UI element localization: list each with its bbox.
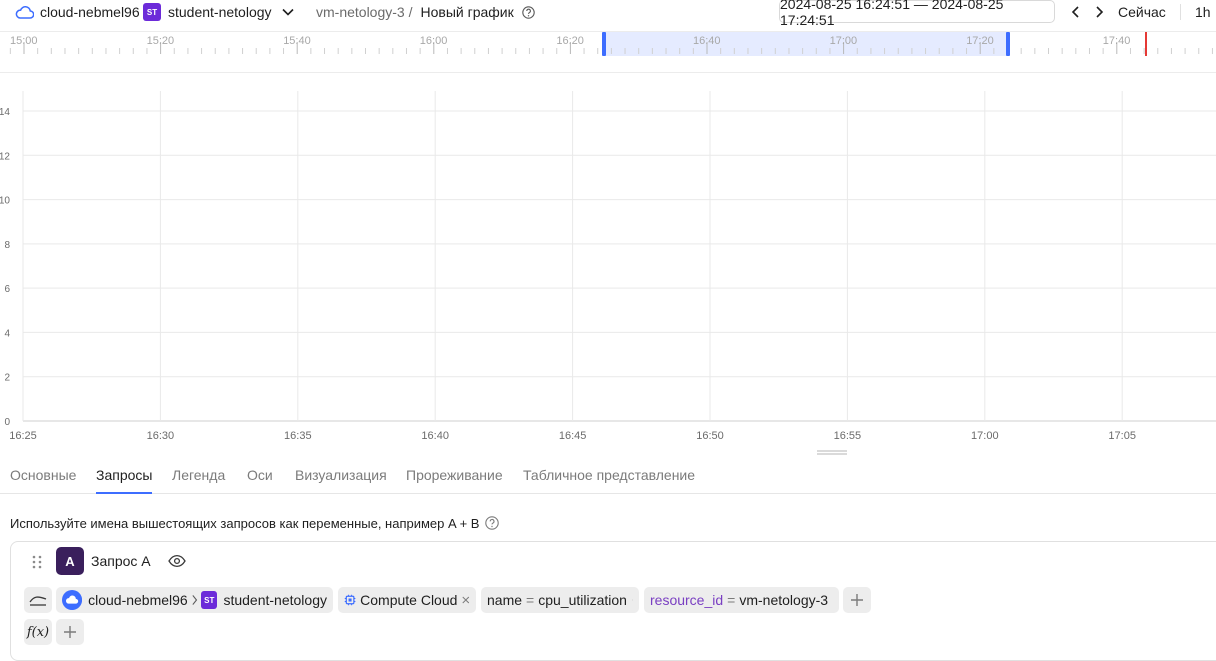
x-tick-label: 17:05 bbox=[1108, 430, 1136, 442]
now-marker bbox=[1145, 32, 1147, 56]
breadcrumb-resource[interactable]: vm-netology-3 / bbox=[316, 4, 412, 20]
page-title: Новый график bbox=[420, 4, 514, 20]
timeline-navigator[interactable]: 15:00 15:20 15:40 16:00 16:20 16:40 17:00 17:20… bbox=[0, 31, 1216, 57]
chart-area: 0 2 4 6 8 10 12 14 16:25 16:30 16:35 16:40 16:45 16:5… bbox=[0, 72, 1216, 453]
close-icon[interactable] bbox=[632, 595, 633, 605]
filter-value: vm-netology-3 bbox=[739, 592, 829, 608]
resize-handle[interactable] bbox=[817, 450, 847, 455]
y-tick-label: 0 bbox=[4, 417, 10, 428]
y-tick-label: 4 bbox=[4, 328, 10, 339]
query-folder-name: student-netology bbox=[223, 592, 327, 608]
x-tick-label: 16:35 bbox=[284, 430, 312, 442]
selection-handle-right[interactable] bbox=[1006, 32, 1010, 56]
now-label: Сейчас bbox=[1118, 4, 1166, 20]
period-label: 1h bbox=[1195, 4, 1211, 20]
chevron-left-icon[interactable] bbox=[1068, 4, 1084, 20]
add-query-button[interactable] bbox=[56, 619, 84, 645]
cloud-folder-chip[interactable]: cloud-nebmel96 ST student-netology bbox=[56, 587, 333, 613]
add-function-button[interactable]: f(x) bbox=[24, 619, 52, 645]
filter-key: resource_id bbox=[650, 592, 724, 608]
time-range-picker[interactable]: 2024-08-25 16:24:51 — 2024-08-25 17:24:5… bbox=[779, 0, 1055, 28]
chevron-down-icon bbox=[281, 8, 294, 16]
x-tick-label: 16:50 bbox=[696, 430, 724, 442]
chart-type-button[interactable] bbox=[24, 587, 52, 613]
timeline-label: 16:00 bbox=[419, 35, 448, 47]
cloud-icon bbox=[15, 5, 34, 19]
plus-icon bbox=[851, 594, 863, 606]
filter-operator: = bbox=[526, 592, 535, 608]
y-tick-label: 8 bbox=[4, 240, 10, 251]
tab-visualization[interactable]: Визуализация bbox=[295, 457, 387, 493]
cloud-selector[interactable]: cloud-nebmel96 bbox=[15, 0, 140, 24]
query-letter-badge: A bbox=[56, 547, 84, 575]
timeline-label: 17:00 bbox=[829, 35, 858, 47]
tab-table-view[interactable]: Табличное представление bbox=[523, 457, 695, 493]
eye-icon[interactable] bbox=[168, 553, 186, 569]
x-tick-label: 16:30 bbox=[147, 430, 175, 442]
timeline-label: 15:20 bbox=[146, 35, 175, 47]
folder-name: student-netology bbox=[168, 4, 272, 20]
timeline-label: 15:00 bbox=[10, 35, 38, 47]
filter-value: cpu_utilization bbox=[538, 592, 627, 608]
area-chart-icon bbox=[29, 596, 47, 606]
time-range-text: 2024-08-25 16:24:51 — 2024-08-25 17:24:5… bbox=[780, 0, 1004, 28]
filter-operator: = bbox=[727, 592, 736, 608]
x-tick-label: 16:55 bbox=[834, 430, 862, 442]
y-tick-label: 6 bbox=[4, 284, 10, 295]
x-tick-label: 16:45 bbox=[559, 430, 587, 442]
help-icon[interactable] bbox=[521, 5, 535, 19]
query-panel: A Запрос A cloud-nebmel96 ST student-net… bbox=[10, 541, 1216, 661]
filter-key: name bbox=[487, 592, 523, 608]
folder-badge: ST bbox=[143, 3, 161, 21]
tab-queries[interactable]: Запросы bbox=[96, 457, 153, 494]
drag-handle-icon[interactable] bbox=[30, 554, 44, 570]
folder-badge: ST bbox=[201, 591, 218, 609]
filter-name-chip[interactable]: name = cpu_utilization bbox=[481, 587, 639, 613]
service-chip[interactable]: Compute Cloud bbox=[338, 587, 476, 613]
tab-axes[interactable]: Оси bbox=[247, 457, 273, 493]
function-icon: f(x) bbox=[26, 624, 50, 640]
x-tick-label: 16:25 bbox=[9, 430, 37, 442]
timeline-label: 16:20 bbox=[556, 35, 584, 47]
filter-resource-chip[interactable]: resource_id = vm-netology-3 bbox=[644, 587, 839, 613]
tab-legend[interactable]: Легенда bbox=[172, 457, 225, 493]
timeline-label: 15:40 bbox=[283, 35, 311, 47]
x-tick-label: 16:40 bbox=[421, 430, 449, 442]
y-tick-label: 14 bbox=[0, 107, 10, 118]
service-name: Compute Cloud bbox=[360, 592, 458, 608]
now-button[interactable]: Сейчас bbox=[1118, 0, 1166, 24]
header-bar: cloud-nebmel96 ST student-netology vm-ne… bbox=[0, 0, 1216, 28]
tab-basic[interactable]: Основные bbox=[10, 457, 76, 493]
query-cloud-name: cloud-nebmel96 bbox=[88, 592, 188, 608]
timeline-label: 17:40 bbox=[1102, 35, 1131, 47]
timeline-ticks bbox=[9, 42, 1213, 54]
y-tick-label: 12 bbox=[0, 151, 10, 162]
add-filter-button[interactable] bbox=[843, 587, 871, 613]
plus-icon bbox=[64, 626, 76, 638]
help-icon[interactable] bbox=[485, 516, 500, 530]
settings-tabs: Основные Запросы Легенда Оси Визуализаци… bbox=[0, 457, 1216, 494]
chevron-right-icon bbox=[192, 595, 197, 605]
y-tick-label: 2 bbox=[4, 373, 10, 384]
breadcrumb: vm-netology-3 / Новый график bbox=[316, 0, 535, 24]
timeline-label: 17:20 bbox=[966, 35, 994, 47]
divider bbox=[1180, 4, 1181, 20]
timeline-label: 16:40 bbox=[693, 35, 721, 47]
chart: 0 2 4 6 8 10 12 14 16:25 16:30 16:35 16:40 16:45 16:5… bbox=[0, 91, 1216, 442]
cloud-icon bbox=[62, 589, 83, 611]
tab-thinning[interactable]: Прореживание bbox=[406, 457, 503, 493]
y-tick-label: 10 bbox=[0, 196, 10, 207]
folder-selector[interactable]: ST student-netology bbox=[143, 0, 294, 24]
selection-handle-left[interactable] bbox=[602, 32, 606, 56]
close-icon[interactable] bbox=[462, 595, 470, 605]
cpu-icon bbox=[344, 594, 356, 606]
cloud-name: cloud-nebmel96 bbox=[40, 4, 140, 20]
period-button[interactable]: 1h bbox=[1195, 0, 1211, 24]
query-hint: Используйте имена вышестоящих запросов к… bbox=[10, 513, 500, 533]
hint-text: Используйте имена вышестоящих запросов к… bbox=[10, 515, 480, 531]
query-name[interactable]: Запрос A bbox=[91, 547, 151, 575]
x-tick-label: 17:00 bbox=[971, 430, 999, 442]
chevron-right-icon[interactable] bbox=[1091, 4, 1107, 20]
